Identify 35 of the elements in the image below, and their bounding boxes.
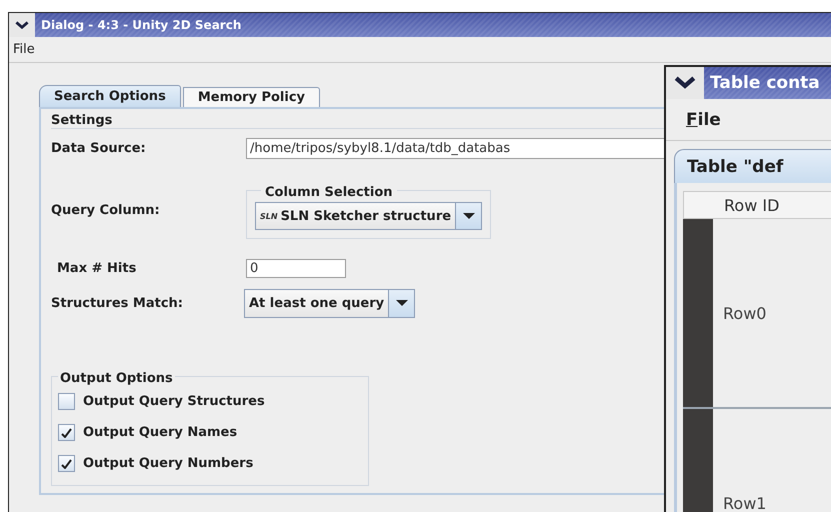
table-cell-text: Row1 <box>722 492 768 512</box>
structures-match-dropdown[interactable]: At least one query <box>244 288 416 318</box>
dropdown-arrow-icon <box>462 213 475 219</box>
checkbox-label: Output Query Structures <box>83 394 265 409</box>
chevron-icon[interactable] <box>15 20 29 30</box>
checkbox-label: Output Query Names <box>83 425 238 440</box>
table-cell-text: Row0 <box>722 302 768 324</box>
menu-item[interactable]: File <box>13 42 35 57</box>
tab[interactable]: Memory Policy <box>182 87 320 107</box>
max-hits-field[interactable]: 0 <box>246 258 346 278</box>
checkbox[interactable] <box>58 424 75 441</box>
dropdown-button[interactable] <box>455 203 482 229</box>
dropdown-value: SLN Sketcher structure <box>280 208 452 224</box>
group-title: Settings <box>51 113 112 128</box>
field-label: Query Column: <box>51 202 161 218</box>
sln-label: SLN <box>260 212 278 220</box>
checkbox-label: Output Query Numbers <box>83 456 254 471</box>
field-label: Max # Hits <box>56 260 138 276</box>
dropdown-button[interactable] <box>388 290 414 316</box>
tab[interactable]: Search Options <box>39 85 181 107</box>
menu-item[interactable]: File <box>686 110 721 130</box>
field-label: Structures Match: <box>51 296 184 310</box>
checkbox[interactable] <box>58 455 75 472</box>
checkbox[interactable] <box>58 393 75 410</box>
chevron-icon[interactable] <box>674 76 696 90</box>
field-label: Data Source: <box>51 140 147 156</box>
group-title: Column Selection <box>265 185 393 200</box>
window-title: Table conta <box>710 73 820 93</box>
group-title: Output Options <box>60 371 173 386</box>
column-header[interactable]: Row ID <box>683 191 831 219</box>
window-title: Dialog - 4:3 - Unity 2D Search <box>41 18 242 32</box>
dropdown-arrow-icon <box>396 300 408 306</box>
tab[interactable]: Table "def <box>674 149 831 183</box>
data-source-field[interactable]: /home/tripos/sybyl8.1/data/tdb_databas <box>246 138 664 158</box>
query-column-dropdown[interactable]: SLN SLN Sketcher structure <box>255 202 482 230</box>
